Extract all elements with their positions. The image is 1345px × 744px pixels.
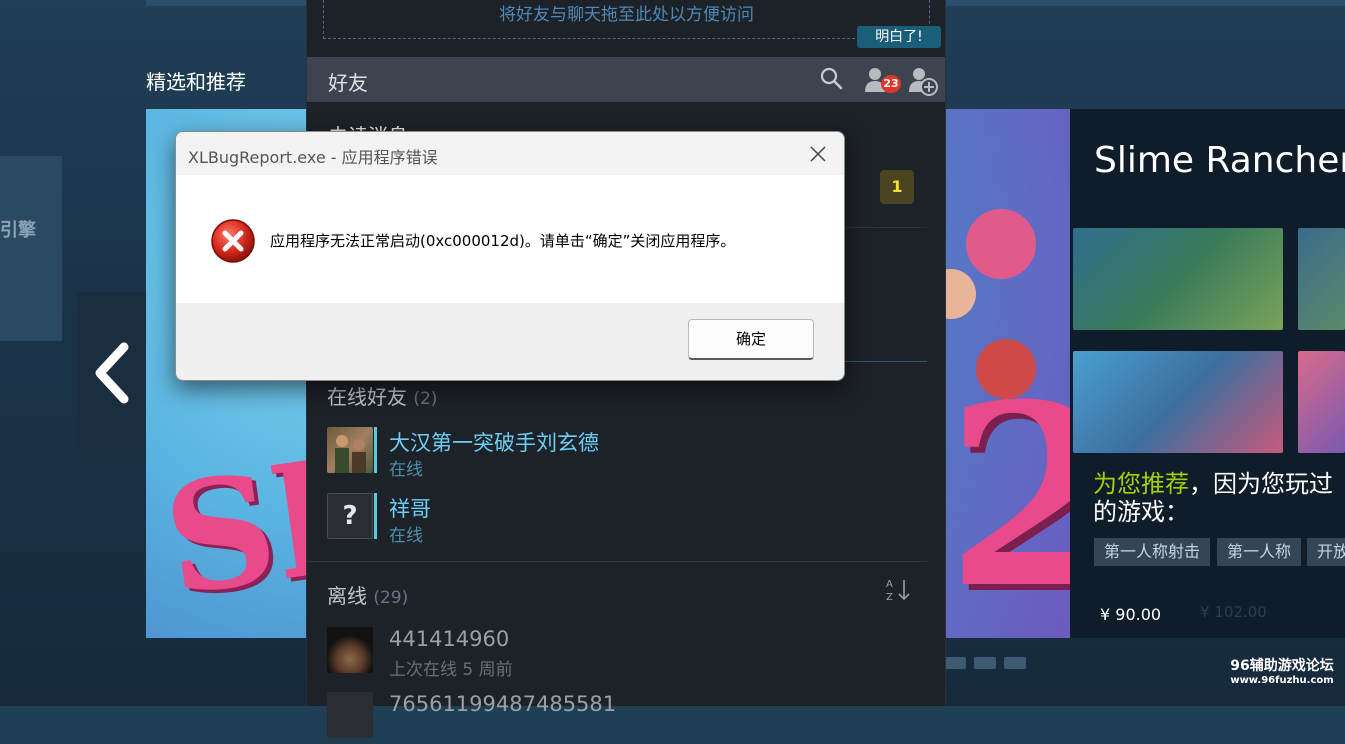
dialog-message: 应用程序无法正常启动(0xc000012d)。请单击“确定”关闭应用程序。 xyxy=(270,232,736,250)
carousel-prev-button[interactable] xyxy=(77,292,146,454)
friend-row[interactable]: ? 祥哥 在线 xyxy=(327,493,927,546)
watermark-line1: 96辅助游戏论坛 xyxy=(1230,658,1334,674)
ok-button[interactable]: 确定 xyxy=(688,319,814,360)
question-mark-icon: ? xyxy=(342,501,358,531)
avatar: ? xyxy=(327,493,373,539)
watermark-line2: www.96fuzhu.com xyxy=(1230,675,1334,686)
dialog-body: 应用程序无法正常启动(0xc000012d)。请单击“确定”关闭应用程序。 xyxy=(176,175,844,303)
friend-row[interactable]: 76561199487485581 xyxy=(327,692,927,744)
dialog-titlebar[interactable]: XLBugReport.exe - 应用程序错误 xyxy=(176,132,844,175)
game-price: ¥ 90.00 xyxy=(1100,605,1162,624)
friends-header-title: 好友 xyxy=(328,71,368,95)
divider xyxy=(307,561,927,562)
carousel-dots xyxy=(944,657,1026,669)
game-title[interactable]: Slime Rancher 2 xyxy=(1094,140,1345,181)
screenshot-thumb[interactable] xyxy=(1298,228,1345,330)
tag-fps[interactable]: 第一人称射击 xyxy=(1094,538,1211,566)
tag-first-person[interactable]: 第一人称 xyxy=(1217,538,1302,566)
sort-icon[interactable]: A Z xyxy=(885,577,913,603)
friend-status: 在线 xyxy=(389,460,423,480)
carousel-dot[interactable] xyxy=(974,657,996,669)
pending-count-badge[interactable]: 1 xyxy=(880,170,914,204)
friend-name: 大汉第一突破手刘玄德 xyxy=(389,431,599,455)
chevron-left-icon xyxy=(95,342,128,404)
offline-group-header[interactable]: 离线 (29) xyxy=(327,580,408,609)
carousel-dot[interactable] xyxy=(944,657,966,669)
avatar-figures-icon xyxy=(335,435,366,473)
tag-open-world[interactable]: 开放 xyxy=(1307,538,1345,566)
avatar xyxy=(327,692,373,738)
svg-text:Z: Z xyxy=(886,592,893,603)
offline-group-label: 离线 xyxy=(327,584,367,608)
friend-name: 76561199487485581 xyxy=(389,692,617,716)
error-icon xyxy=(211,219,255,263)
site-watermark: 96辅助游戏论坛 www.96fuzhu.com xyxy=(1222,655,1342,686)
screenshot-thumb[interactable] xyxy=(1073,351,1283,453)
carousel-dot[interactable] xyxy=(1004,657,1026,669)
offline-group-count: (29) xyxy=(373,588,409,608)
online-group-count: (2) xyxy=(413,389,438,409)
game-price-old: ¥ 102.00 xyxy=(1200,603,1267,621)
svg-text:A: A xyxy=(886,579,893,590)
screenshot-thumb[interactable] xyxy=(1073,228,1283,330)
recommend-rest: ，因为您玩过 xyxy=(1189,470,1333,498)
friend-row[interactable]: 441414960 上次在线 5 周前 xyxy=(327,627,927,680)
banner-logo-number: 2 xyxy=(946,349,1070,638)
friend-name: 祥哥 xyxy=(389,497,431,521)
recommend-highlight: 为您推荐 xyxy=(1093,470,1189,498)
online-status-bar xyxy=(374,427,377,473)
friend-status: 上次在线 5 周前 xyxy=(389,660,513,680)
friend-requests-badge: 23 xyxy=(881,75,901,93)
dialog-title: XLBugReport.exe - 应用程序错误 xyxy=(188,148,438,167)
add-friend-icon[interactable] xyxy=(907,66,939,96)
online-status-bar xyxy=(374,493,377,539)
online-group-label: 在线好友 xyxy=(327,385,407,409)
left-carousel-card[interactable]: 引擎 xyxy=(0,156,62,341)
left-card-label: 引擎 xyxy=(0,220,36,241)
avatar xyxy=(327,427,373,473)
avatar xyxy=(327,627,373,673)
friends-header: 好友 xyxy=(307,57,945,102)
error-dialog: XLBugReport.exe - 应用程序错误 应用程序无法正常启动(0xc0… xyxy=(175,131,845,381)
friend-row[interactable]: 大汉第一突破手刘玄德 在线 xyxy=(327,427,927,480)
friend-status: 在线 xyxy=(389,526,423,546)
section-title: 精选和推荐 xyxy=(146,70,246,94)
search-icon[interactable] xyxy=(819,66,845,92)
online-group-header[interactable]: 在线好友 (2) xyxy=(327,381,437,410)
got-it-button[interactable]: 明白了! xyxy=(857,26,941,48)
recommendation-reason: 为您推荐，因为您玩过 的游戏： xyxy=(1093,470,1345,526)
screenshot-thumb[interactable] xyxy=(1298,351,1345,453)
favorites-drop-zone[interactable]: 将好友与聊天拖至此处以方便访问 xyxy=(323,0,930,39)
friend-name: 441414960 xyxy=(389,627,510,651)
recommend-line2: 的游戏： xyxy=(1093,498,1189,526)
close-icon[interactable] xyxy=(807,143,829,165)
